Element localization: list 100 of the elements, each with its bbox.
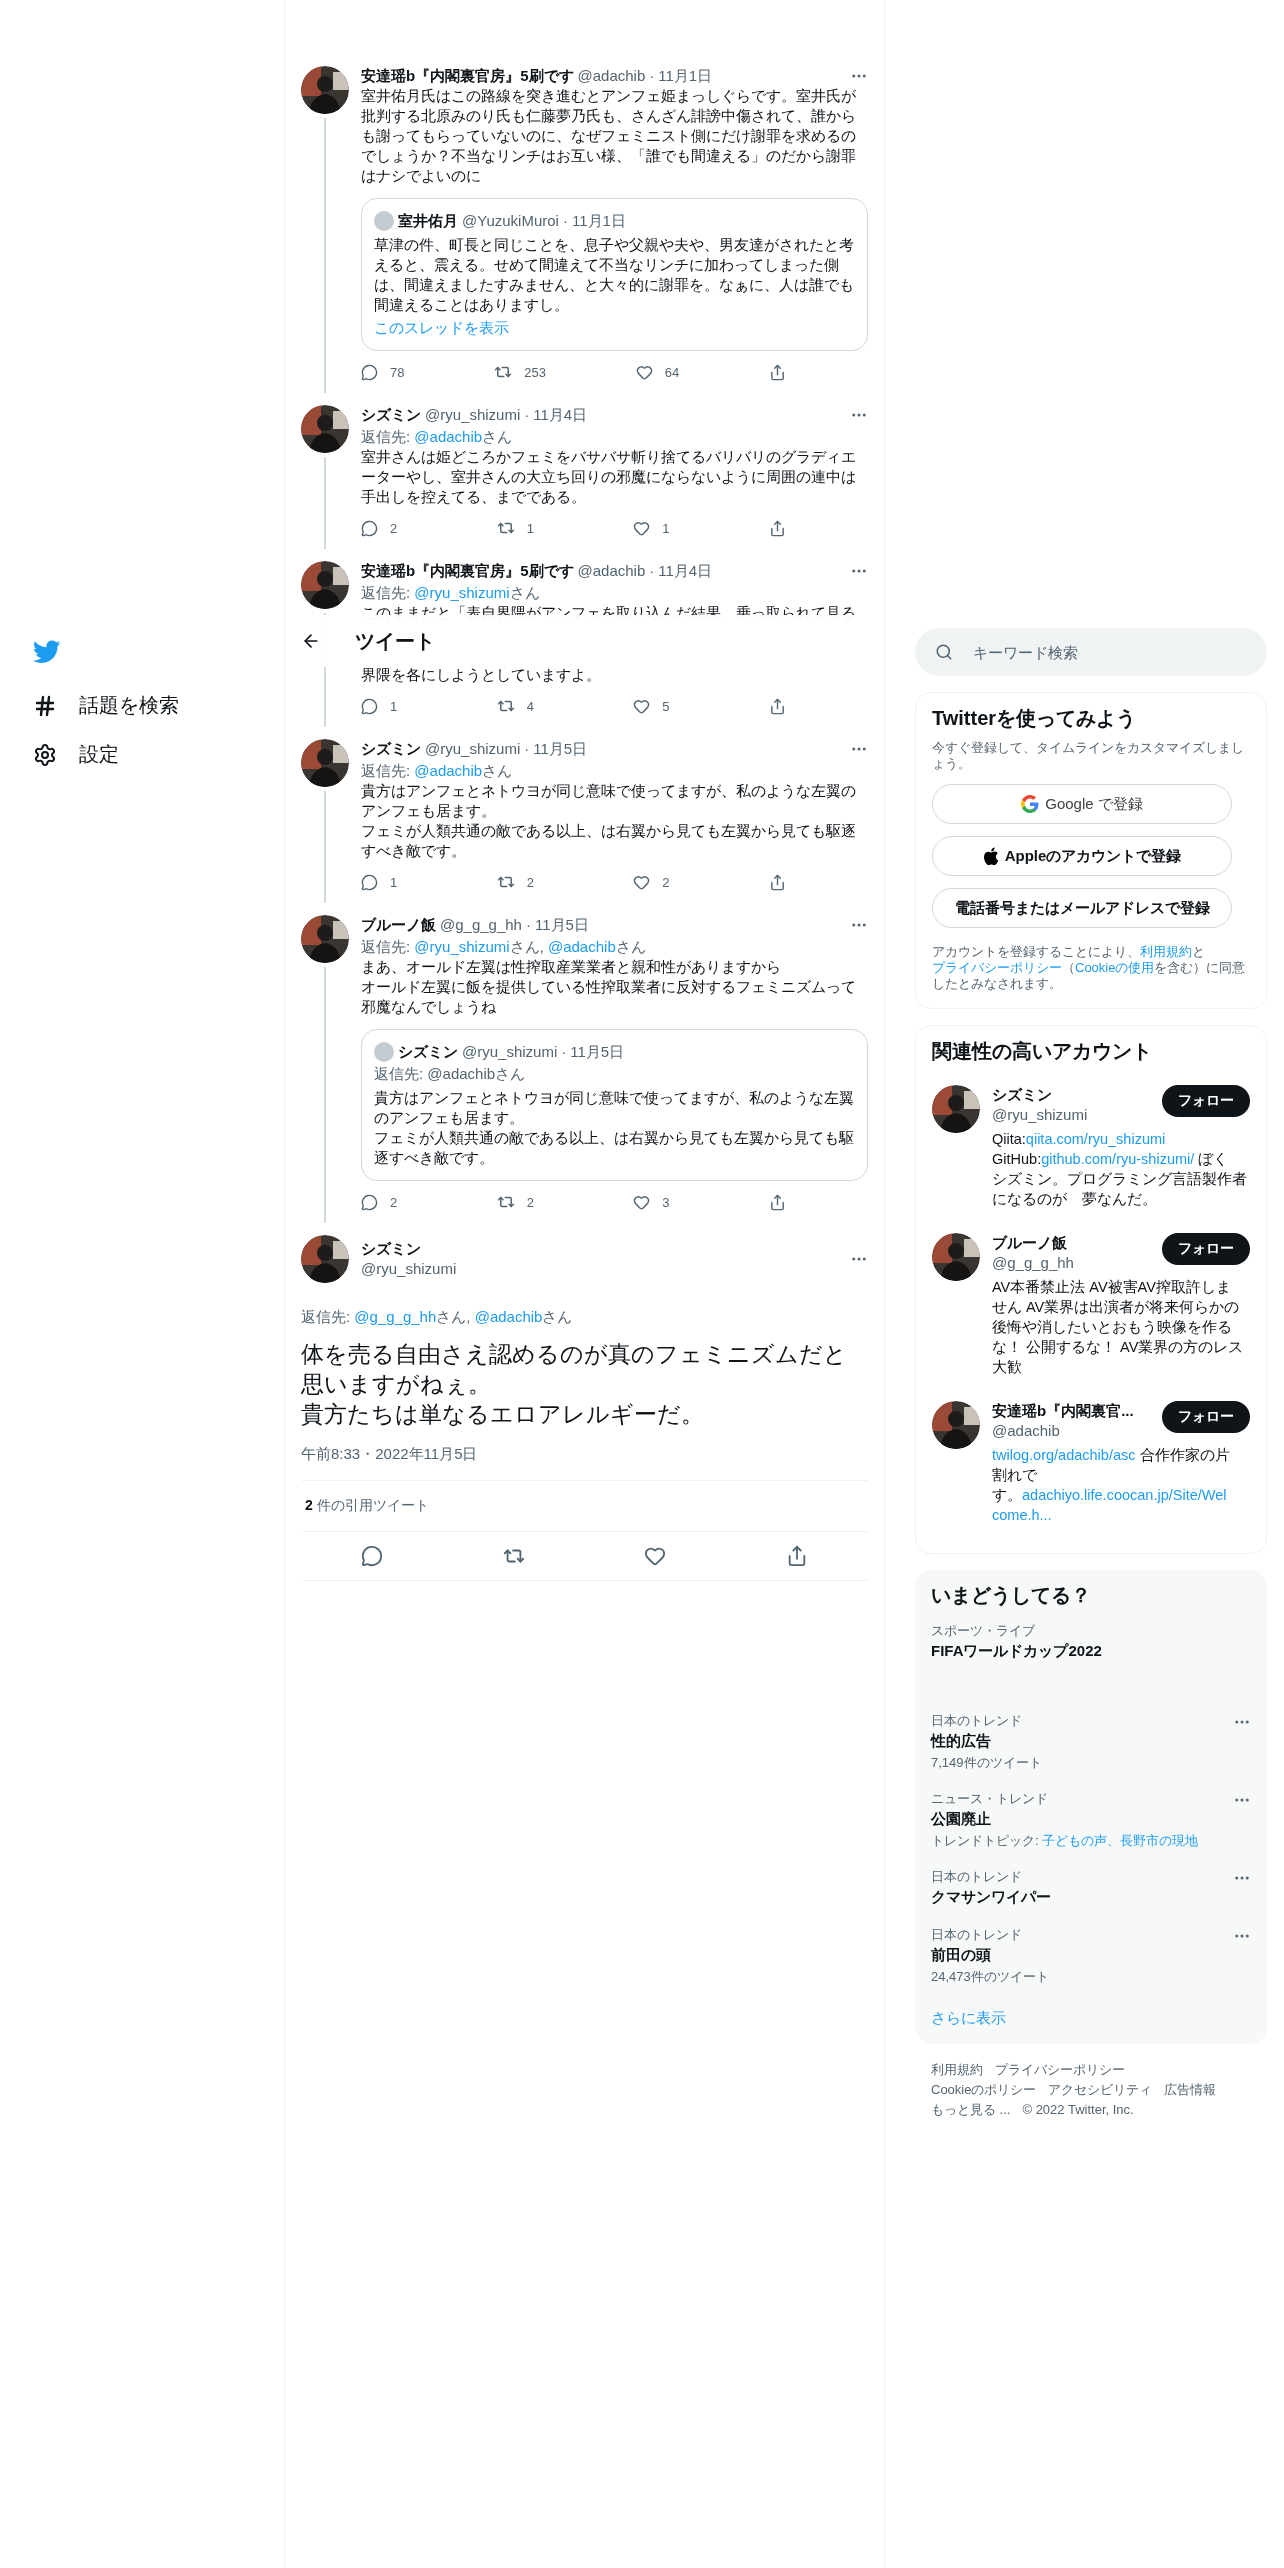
quoted-tweet[interactable]: シズミン @ryu_shizumi · 11月5日 返信先: @adachibさん 貴方はアンフェとネトウヨが同じ意味で使ってますが、私のような左翼のアンフェも居ます。 フェミが人類共通の敵である以上、は右翼から見ても左翼から見ても駆逐すべき敵です。 <box>361 1029 868 1181</box>
quote-label[interactable]: 件の引用ツイート <box>316 1497 429 1515</box>
share-button[interactable] <box>768 697 786 715</box>
tweet-text: このままだと「表自界隈がアンフェを取り込んだ結果、乗っ取られて見る <box>361 603 857 623</box>
follow-button[interactable]: フォロー <box>1162 1085 1250 1117</box>
quoted-tweet[interactable]: 室井佑月 @YuzukiMuroi · 11月1日 草津の件、町長と同じことを、息子や父親や夫や、男友達がされたと考えると、震える。せめて間違えて不当なリンチに加わってしまった側は、間違えましたすみません、と大々的に謝罪を。なぁに、人は誰でも間違えることはありますし。 このスレッドを表示 <box>361 198 868 351</box>
share-button[interactable] <box>768 519 786 537</box>
account-name[interactable]: シズミン <box>992 1085 1088 1105</box>
tweet-timestamp[interactable]: 午前8:33・2022年11月5日 <box>301 1445 868 1464</box>
nav-item[interactable]: 話題を検索 <box>33 692 284 719</box>
footer-link[interactable]: もっと見る ... <box>931 2100 1011 2120</box>
retweet-button[interactable]: 2 <box>496 873 534 891</box>
bio-line: AV本番禁止法 AV被害AV搾取許しま <box>992 1278 1232 1297</box>
footer-link[interactable]: 利用規約 <box>931 2060 983 2080</box>
retweet-button[interactable]: 1 <box>496 519 534 537</box>
trend-item[interactable]: ニュース・トレンド 公園廃止 トレンドトピック: 子どもの声、長野市の現地 <box>931 1781 1251 1859</box>
bird-logo-icon[interactable] <box>33 640 61 664</box>
trend-item[interactable]: 日本のトレンド 前田の頭 24,473件のツイート <box>931 1917 1251 1995</box>
card-title: 関連性の高いアカウント <box>932 1039 1153 1064</box>
retweet-button[interactable]: 2 <box>496 1193 534 1211</box>
tweet-date[interactable]: 11月4日 <box>533 405 588 425</box>
tweet-date[interactable]: 11月5日 <box>533 739 588 759</box>
bio-line: Qiita:qiita.com/ryu_shizumi <box>992 1130 1167 1149</box>
bio-line: GitHub:github.com/ryu-shizumi/ ぼく <box>992 1150 1230 1169</box>
reply-button[interactable]: 1 <box>361 697 398 715</box>
separator-dot: · <box>562 211 568 231</box>
account-name[interactable]: 安達瑶b『内閣裏官... <box>992 1401 1134 1421</box>
mention-link[interactable]: @adachib <box>427 1065 496 1082</box>
hashtag-icon <box>33 693 57 718</box>
share-icon <box>769 363 786 381</box>
share-button[interactable] <box>768 1193 786 1211</box>
reply-to-line: 返信先: @adachibさん <box>374 1064 527 1084</box>
trend-item[interactable]: スポーツ・ライブ FIFAワールドカップ2022 <box>931 1613 1251 1703</box>
share-button[interactable] <box>768 873 786 891</box>
bio-line: 割れで <box>992 1466 1038 1485</box>
author-handle: @ryu_shizumi <box>462 1042 558 1062</box>
tweet-date[interactable]: 11月5日 <box>534 915 589 935</box>
speech-bubble-icon <box>361 519 378 537</box>
separator-dot: · <box>649 561 655 581</box>
search-icon <box>935 643 953 661</box>
author-handle: @ryu_shizumi <box>425 739 521 759</box>
tweet-text: 界隈を各にしようとしていますよ。 <box>361 665 602 685</box>
heart-icon <box>633 873 651 891</box>
nav-item[interactable]: 設定 <box>33 741 284 768</box>
retweet-button[interactable]: 253 <box>494 363 546 381</box>
quote-count[interactable]: 2 <box>305 1497 313 1515</box>
footer-link[interactable]: Cookieのポリシー <box>931 2080 1037 2100</box>
separator-dot: · <box>524 405 530 425</box>
like-button[interactable]: 64 <box>635 363 680 381</box>
like-button[interactable]: 3 <box>633 1193 670 1211</box>
footer-link[interactable]: 広告情報 <box>1164 2080 1217 2100</box>
author-name[interactable]: 安達瑶b『内閣裏官房』5刷です <box>361 561 574 581</box>
tweet-date[interactable]: 11月1日 <box>658 66 713 86</box>
tweet-text: まあ、オールド左翼は性搾取産業業者と親和性がありますから <box>361 957 782 977</box>
card-title: いまどうしてる？ <box>931 1583 1092 1608</box>
author-handle: @ryu_shizumi <box>361 1259 458 1279</box>
heart-icon[interactable] <box>644 1545 667 1567</box>
apple-logo-icon <box>982 847 999 865</box>
reply-button[interactable]: 2 <box>361 519 398 537</box>
follow-button[interactable]: フォロー <box>1162 1233 1250 1265</box>
follow-button[interactable]: フォロー <box>1162 1401 1250 1433</box>
author-name[interactable]: シズミン <box>361 739 421 759</box>
separator-dot: · <box>524 739 530 759</box>
reply-button[interactable]: 1 <box>361 873 398 891</box>
reply-to-line: 返信先: @adachibさん <box>361 427 514 447</box>
quoted-text: フェミが人類共通の敵である以上、は右翼から見ても左翼から見ても駆逐すべき敵です。 <box>374 1128 855 1168</box>
settings-icon <box>33 742 57 767</box>
share-button[interactable] <box>769 363 786 381</box>
speech-bubble-icon[interactable] <box>360 1545 383 1567</box>
author-handle: @ryu_shizumi <box>425 405 521 425</box>
reply-button[interactable]: 2 <box>361 1193 398 1211</box>
share-icon <box>768 519 786 537</box>
like-button[interactable]: 2 <box>633 873 670 891</box>
tweet-date[interactable]: 11月4日 <box>658 561 713 581</box>
author-name[interactable]: シズミン <box>361 405 421 425</box>
signup-button[interactable]: 電話番号またはメールアドレスで登録 <box>932 888 1232 928</box>
footer-link[interactable]: プライバシーポリシー <box>995 2060 1125 2080</box>
author-name: シズミン <box>398 1042 458 1062</box>
like-button[interactable]: 1 <box>633 519 670 537</box>
author-name[interactable]: 安達瑶b『内閣裏官房』5刷です <box>361 66 574 86</box>
heart-icon <box>633 1193 651 1211</box>
speech-bubble-icon <box>361 363 378 381</box>
signup-button[interactable]: Google で登録 <box>932 784 1232 824</box>
author-name[interactable]: ブルーノ飯 <box>361 915 436 935</box>
retweet-button[interactable]: 4 <box>496 697 534 715</box>
like-button[interactable]: 5 <box>633 697 670 715</box>
footer-link[interactable]: © 2022 Twitter, Inc. <box>1022 2100 1134 2120</box>
bio-line: シズミン。プログラミング言語製作者 <box>992 1170 1248 1189</box>
reply-button[interactable]: 78 <box>361 363 405 381</box>
reply-to-line: 返信先: @g_g_g_hhさん, @adachibさん <box>301 1307 574 1327</box>
share-icon <box>768 873 786 891</box>
trend-item[interactable]: 日本のトレンド クマサンワイパー <box>931 1859 1251 1917</box>
account-name[interactable]: ブルーノ飯 <box>992 1233 1074 1253</box>
author-name[interactable]: シズミン <box>361 1239 838 1259</box>
trend-item[interactable]: 日本のトレンド 性的広告 7,149件のツイート <box>931 1703 1251 1781</box>
bio-line: 後悔や消したいとおもう映像を作る <box>992 1318 1233 1337</box>
bio-line: す。adachiyo.life.coocan.jp/Site/Wel <box>992 1486 1228 1505</box>
footer-link[interactable]: アクセシビリティ <box>1048 2080 1153 2100</box>
search-field[interactable]: キーワード検索 <box>915 628 1267 676</box>
signup-button[interactable]: Appleのアカウントで登録 <box>932 836 1232 876</box>
